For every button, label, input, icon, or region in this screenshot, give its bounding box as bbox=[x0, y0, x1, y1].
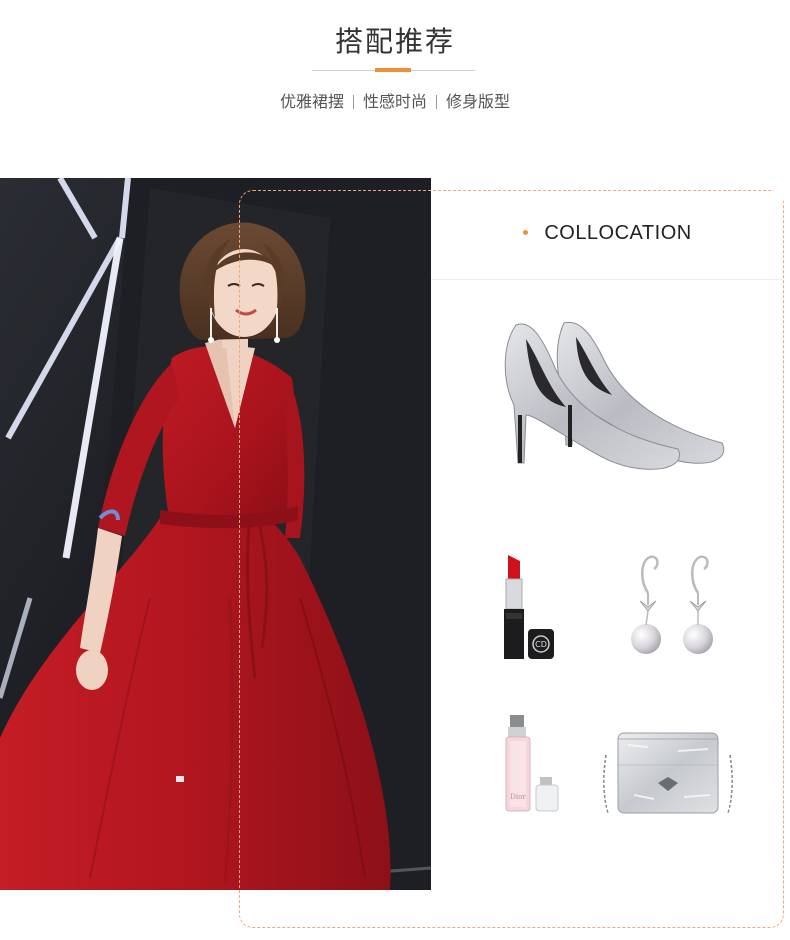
svg-text:Dior: Dior bbox=[510, 793, 526, 801]
silver-handbag-icon bbox=[603, 732, 733, 814]
product-silver-pumps[interactable] bbox=[492, 315, 732, 475]
section-title: 搭配推荐 bbox=[334, 25, 455, 58]
silver-pumps-icon bbox=[504, 321, 724, 470]
tag-separator bbox=[436, 95, 437, 109]
lipstick-icon: CD bbox=[504, 555, 554, 659]
feature-tags: 优雅裙摆 性感时尚 修身版型 bbox=[0, 88, 790, 112]
feature-tag: 优雅裙摆 bbox=[279, 92, 344, 111]
feature-tag: 性感时尚 bbox=[362, 92, 427, 111]
product-perfume[interactable]: Dior bbox=[502, 713, 564, 813]
heading-dot bbox=[523, 230, 529, 236]
perfume-icon: Dior bbox=[505, 715, 559, 812]
collocation-divider bbox=[431, 279, 783, 280]
pearl-earrings-icon bbox=[631, 555, 713, 654]
product-lipstick[interactable]: CD bbox=[500, 553, 558, 663]
tag-separator bbox=[352, 95, 354, 109]
svg-text:CD: CD bbox=[535, 640, 547, 649]
title-accent-bar bbox=[375, 68, 411, 72]
feature-tag: 修身版型 bbox=[446, 92, 511, 111]
product-silver-handbag[interactable] bbox=[598, 725, 738, 817]
collocation-label: COLLOCATION bbox=[544, 222, 692, 244]
product-pearl-earrings[interactable] bbox=[626, 553, 721, 668]
collocation-heading: COLLOCATION bbox=[431, 222, 784, 245]
